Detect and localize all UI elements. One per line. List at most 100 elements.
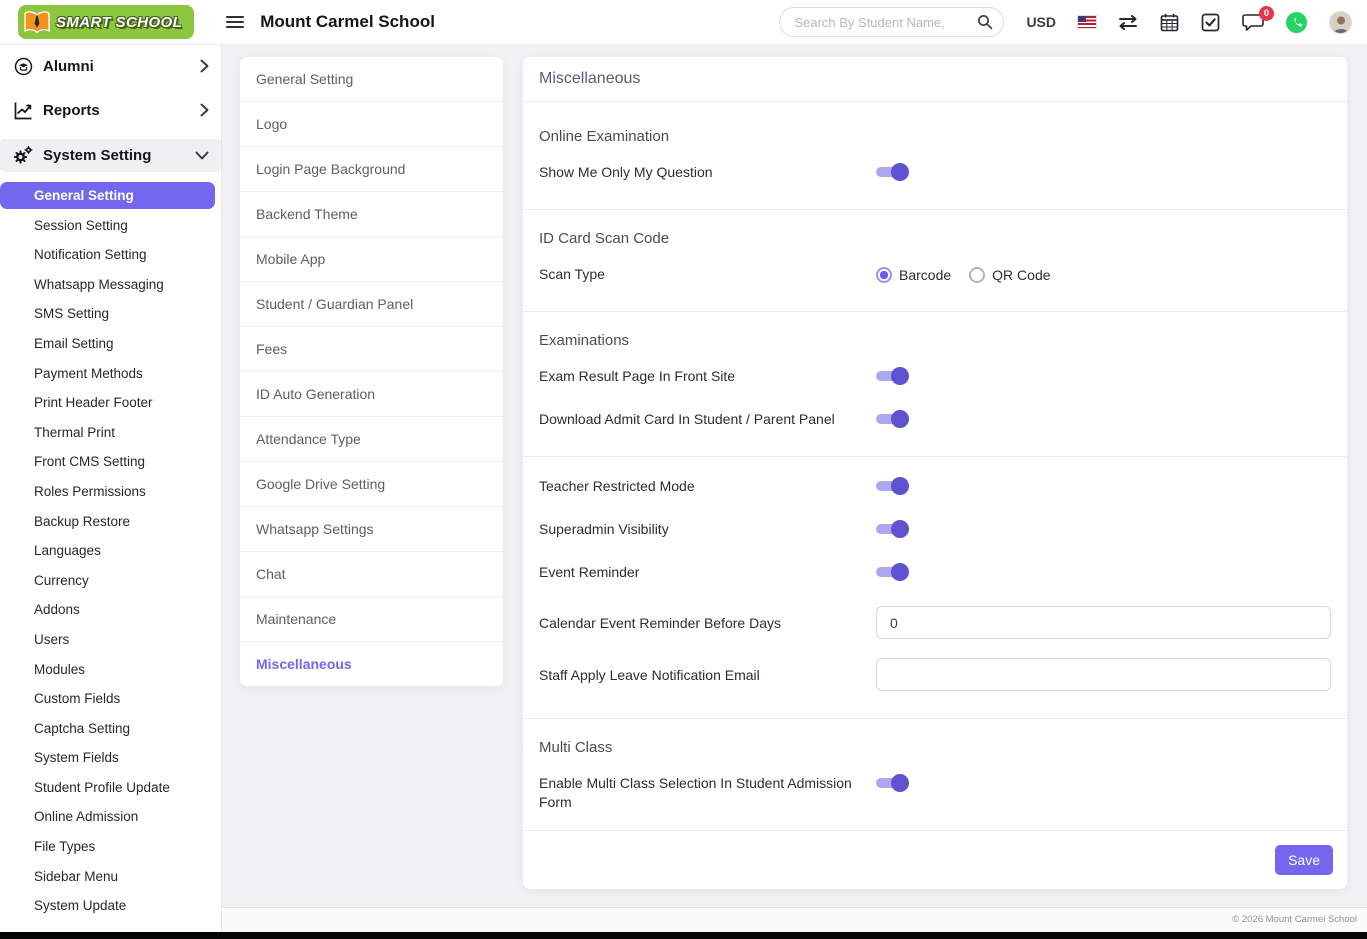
setting-label: Superadmin Visibility (539, 520, 876, 539)
sidebar-subitem[interactable]: Backup Restore (0, 507, 221, 537)
setting-label: Event Reminder (539, 563, 876, 582)
settings-section: ID Card Scan CodeScan TypeBarcodeQR Code (539, 230, 1331, 284)
currency-selector[interactable]: USD (1026, 14, 1056, 30)
todo-check-icon[interactable] (1201, 13, 1220, 32)
setting-control (876, 658, 1331, 691)
setting-control (876, 774, 1331, 792)
settings-tab[interactable]: Google Drive Setting (240, 462, 503, 507)
sidebar-subitem[interactable]: Notification Setting (0, 240, 221, 270)
radio-option-qr-code[interactable]: QR Code (969, 267, 1050, 283)
settings-tab[interactable]: Logo (240, 102, 503, 147)
settings-tab-label: Mobile App (256, 251, 325, 267)
bottom-strip (0, 932, 1367, 939)
sidebar-subitem[interactable]: System Fields (0, 743, 221, 773)
sidebar-subitem[interactable]: Users (0, 625, 221, 655)
setting-row: Scan TypeBarcodeQR Code (539, 265, 1331, 284)
toggle-knob (891, 774, 909, 792)
settings-tab-label: Fees (256, 341, 287, 357)
settings-tab[interactable]: Student / Guardian Panel (240, 282, 503, 327)
sidebar-item-system-setting[interactable]: System Setting (0, 139, 221, 172)
section-divider (523, 456, 1347, 457)
sidebar-subitem-label: Custom Fields (34, 691, 120, 706)
sidebar-subitem[interactable]: Whatsapp Messaging (0, 270, 221, 300)
setting-input[interactable] (876, 606, 1331, 639)
whatsapp-icon[interactable] (1286, 12, 1307, 33)
sidebar-subitem[interactable]: General Setting (0, 182, 215, 209)
language-flag-icon[interactable] (1078, 16, 1096, 28)
settings-tab[interactable]: Maintenance (240, 597, 503, 642)
sidebar-subitem[interactable]: Modules (0, 655, 221, 685)
toggle-switch[interactable] (876, 563, 907, 581)
toggle-switch[interactable] (876, 367, 907, 385)
sidebar-subitem[interactable]: Student Profile Update (0, 773, 221, 803)
app-logo[interactable]: SMART SCHOOL (18, 5, 194, 39)
setting-label: Teacher Restricted Mode (539, 477, 876, 496)
settings-tab[interactable]: General Setting (240, 57, 503, 102)
sidebar-subitem[interactable]: Sidebar Menu (0, 862, 221, 892)
toggle-switch[interactable] (876, 163, 907, 181)
setting-control (876, 606, 1331, 639)
settings-tab[interactable]: ID Auto Generation (240, 372, 503, 417)
user-avatar[interactable] (1329, 11, 1352, 34)
sidebar-subitem[interactable]: Payment Methods (0, 359, 221, 389)
setting-row: Calendar Event Reminder Before Days (539, 606, 1331, 639)
sidebar-item-label: Alumni (43, 58, 200, 75)
sidebar-subitem-label: Modules (34, 662, 85, 677)
setting-control: Barcode QR Code (876, 267, 1331, 283)
sidebar-subitem[interactable]: SMS Setting (0, 299, 221, 329)
sidebar-subitem[interactable]: Languages (0, 536, 221, 566)
session-switch-icon[interactable] (1118, 15, 1138, 30)
toggle-switch[interactable] (876, 410, 907, 428)
radio-option-barcode[interactable]: Barcode (876, 267, 951, 283)
sidebar-subitem[interactable]: Front CMS Setting (0, 447, 221, 477)
chevron-right-icon (200, 59, 209, 73)
sidebar-subitem-label: Sidebar Menu (34, 869, 118, 884)
settings-tab[interactable]: Miscellaneous (240, 642, 503, 686)
sidebar-subitem-label: Student Profile Update (34, 780, 170, 795)
setting-label: Enable Multi Class Selection In Student … (539, 774, 876, 812)
sidebar-subitem-label: Payment Methods (34, 366, 143, 381)
sidebar-subitem[interactable]: Email Setting (0, 329, 221, 359)
search-icon[interactable] (977, 14, 993, 30)
hamburger-icon[interactable] (226, 15, 244, 29)
card-title: Miscellaneous (523, 57, 1347, 102)
sidebar-subitem[interactable]: Thermal Print (0, 418, 221, 448)
sidebar-subitem[interactable]: Currency (0, 566, 221, 596)
sidebar-subitem[interactable]: Captcha Setting (0, 714, 221, 744)
toggle-switch[interactable] (876, 774, 907, 792)
sidebar-subitem[interactable]: File Types (0, 832, 221, 862)
chevron-down-icon (195, 151, 209, 160)
settings-tab[interactable]: Whatsapp Settings (240, 507, 503, 552)
settings-tab[interactable]: Login Page Background (240, 147, 503, 192)
calendar-icon[interactable] (1160, 13, 1179, 32)
setting-row: Download Admit Card In Student / Parent … (539, 410, 1331, 429)
settings-tab[interactable]: Attendance Type (240, 417, 503, 462)
setting-input[interactable] (876, 658, 1331, 691)
setting-control (876, 163, 1331, 181)
setting-row: Show Me Only My Question (539, 163, 1331, 182)
sidebar-subitem[interactable]: Roles Permissions (0, 477, 221, 507)
save-button[interactable]: Save (1275, 845, 1333, 875)
sidebar-subitem[interactable]: Print Header Footer (0, 388, 221, 418)
settings-tab[interactable]: Backend Theme (240, 192, 503, 237)
sidebar-subitem[interactable]: Addons (0, 595, 221, 625)
sidebar-subitem[interactable]: Custom Fields (0, 684, 221, 714)
toggle-switch[interactable] (876, 477, 907, 495)
sidebar-subitem[interactable]: Online Admission (0, 802, 221, 832)
chat-icon[interactable]: 0 (1242, 13, 1264, 32)
sidebar-subitem[interactable]: System Update (0, 891, 221, 921)
sidebar-subitem-label: General Setting (34, 188, 134, 203)
sidebar-subitem[interactable]: Session Setting (0, 211, 221, 241)
toggle-switch[interactable] (876, 520, 907, 538)
settings-tab[interactable]: Fees (240, 327, 503, 372)
settings-tab-label: General Setting (256, 71, 353, 87)
sidebar-subitem-label: Online Admission (34, 809, 138, 824)
alumni-icon (12, 57, 34, 76)
topbar-actions: USD (779, 7, 1367, 37)
sidebar-subitem-label: File Types (34, 839, 95, 854)
search-input[interactable] (779, 7, 1004, 37)
sidebar-item-alumni[interactable]: Alumni (0, 51, 221, 81)
settings-tab[interactable]: Mobile App (240, 237, 503, 282)
sidebar-item-reports[interactable]: Reports (0, 95, 221, 125)
settings-tab[interactable]: Chat (240, 552, 503, 597)
